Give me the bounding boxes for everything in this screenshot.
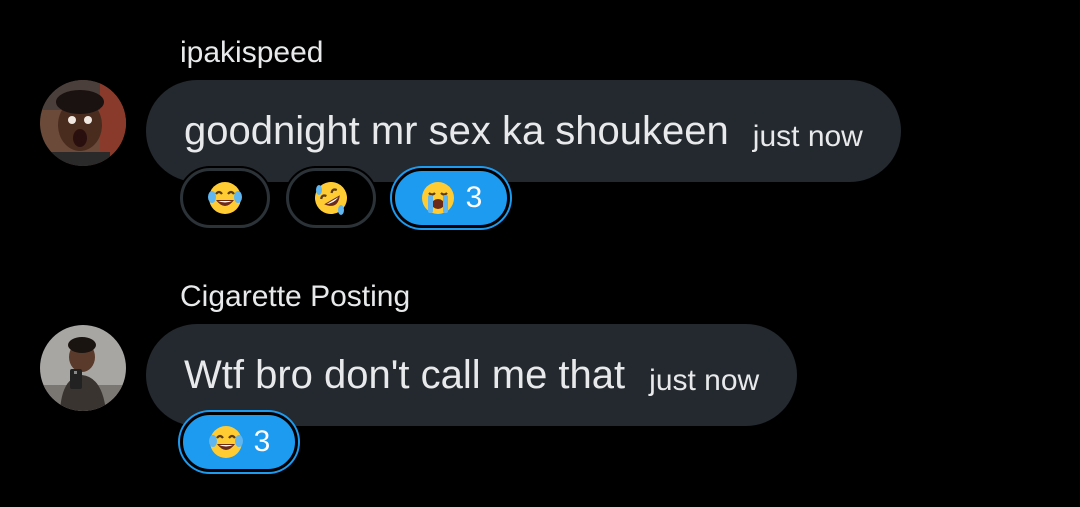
reaction-tears-of-joy[interactable] bbox=[180, 168, 270, 228]
avatar-photo-icon bbox=[40, 80, 126, 166]
reaction-tears-of-joy[interactable]: 3 bbox=[180, 412, 298, 472]
message-timestamp: just now bbox=[752, 120, 863, 153]
message-timestamp: just now bbox=[649, 364, 760, 397]
reaction-rolling-laughing[interactable] bbox=[286, 168, 376, 228]
message-bubble[interactable]: goodnight mr sex ka shoukeen just now bbox=[146, 80, 901, 182]
message-text: Wtf bro don't call me that bbox=[184, 352, 626, 397]
sender-name[interactable]: ipakispeed bbox=[180, 36, 323, 70]
reaction-loudly-crying[interactable]: 3 bbox=[392, 168, 510, 228]
avatar-photo-icon bbox=[40, 325, 126, 411]
avatar[interactable] bbox=[40, 80, 126, 166]
loudly-crying-face-icon bbox=[420, 180, 456, 216]
face-with-tears-of-joy-icon bbox=[207, 180, 243, 216]
sender-name[interactable]: Cigarette Posting bbox=[180, 280, 410, 314]
face-with-tears-of-joy-icon bbox=[208, 424, 244, 460]
reaction-count: 3 bbox=[465, 181, 483, 214]
message-text: goodnight mr sex ka shoukeen bbox=[184, 108, 729, 153]
message-bubble[interactable]: Wtf bro don't call me that just now bbox=[146, 324, 798, 426]
avatar[interactable] bbox=[40, 325, 126, 411]
reaction-count: 3 bbox=[253, 425, 271, 458]
rolling-on-floor-laughing-icon bbox=[313, 180, 349, 216]
